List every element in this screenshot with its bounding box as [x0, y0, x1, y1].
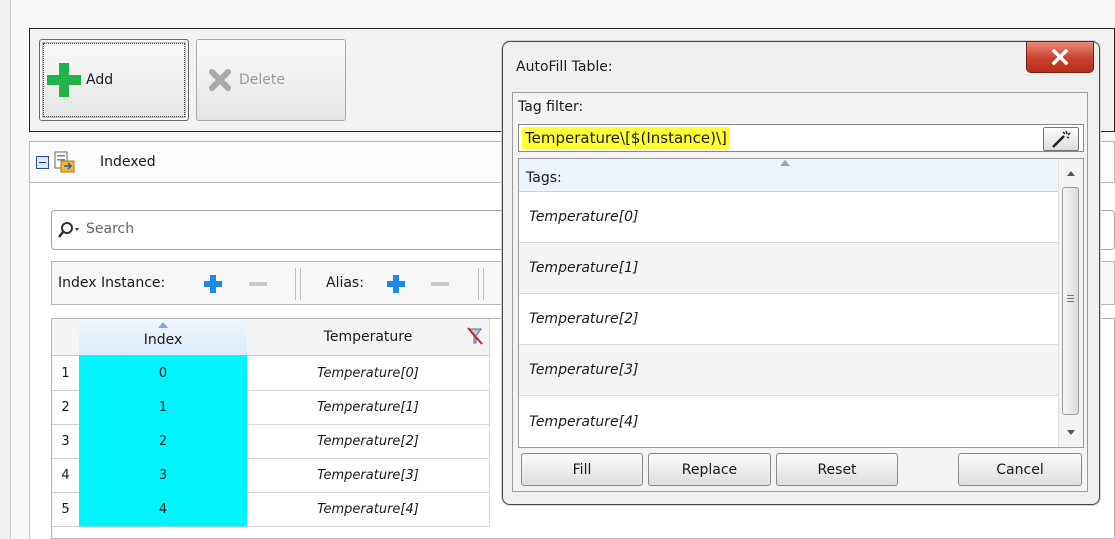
- delete-x-icon: [209, 69, 231, 91]
- tag-item[interactable]: Temperature[2]: [519, 294, 1059, 345]
- index-instance-label: Index Instance:: [58, 275, 166, 291]
- tag-item[interactable]: Temperature[4]: [519, 396, 1059, 447]
- tags-list: Tags: Temperature[0] Temperature[1] Temp…: [518, 158, 1084, 448]
- table-row[interactable]: 1 0 Temperature[0]: [52, 356, 492, 391]
- column-header-temperature[interactable]: Temperature: [247, 319, 490, 356]
- browse-tags-button[interactable]: [1043, 127, 1079, 151]
- cancel-button[interactable]: Cancel: [958, 453, 1082, 486]
- dialog-title: AutoFill Table:: [516, 59, 613, 75]
- row-number: 5: [52, 492, 80, 527]
- table-row[interactable]: 5 4 Temperature[4]: [52, 492, 492, 527]
- row-number: 4: [52, 458, 80, 493]
- index-cell[interactable]: 3: [79, 458, 247, 493]
- delete-button[interactable]: Delete: [196, 39, 346, 121]
- collapse-toggle-icon[interactable]: [36, 156, 49, 169]
- column-header-label: Index: [143, 332, 183, 348]
- tags-header-label: Tags:: [526, 170, 562, 186]
- alias-label: Alias:: [326, 275, 364, 291]
- remove-index-instance-icon[interactable]: [248, 274, 268, 294]
- table-row[interactable]: 3 2 Temperature[2]: [52, 424, 492, 459]
- column-header-index[interactable]: Index: [79, 319, 248, 356]
- temperature-cell[interactable]: Temperature[3]: [247, 458, 490, 493]
- toolbar-divider: [478, 268, 484, 300]
- table-row[interactable]: 4 3 Temperature[3]: [52, 458, 492, 493]
- column-filter-icon[interactable]: [467, 327, 483, 345]
- reset-button[interactable]: Reset: [776, 453, 898, 486]
- tag-item[interactable]: Temperature[3]: [519, 345, 1059, 396]
- add-alias-icon[interactable]: [386, 274, 406, 294]
- toolbar-divider: [295, 268, 301, 300]
- remove-alias-icon[interactable]: [430, 274, 450, 294]
- index-cell[interactable]: 4: [79, 492, 247, 527]
- tags-column-header[interactable]: Tags:: [519, 159, 1059, 192]
- tag-filter-label: Tag filter:: [518, 99, 584, 115]
- close-icon: [1051, 49, 1069, 65]
- delete-button-label: Delete: [239, 72, 285, 88]
- add-button[interactable]: Add: [39, 39, 189, 121]
- sort-ascending-icon: [158, 322, 168, 328]
- sort-ascending-icon: [780, 160, 790, 166]
- indexed-group-icon: [54, 151, 75, 173]
- index-cell[interactable]: 1: [79, 390, 247, 425]
- temperature-cell[interactable]: Temperature[0]: [247, 356, 490, 391]
- row-number: 3: [52, 424, 80, 459]
- row-number-header: [52, 319, 80, 356]
- row-number: 2: [52, 390, 80, 425]
- index-cell[interactable]: 2: [79, 424, 247, 459]
- index-cell[interactable]: 0: [79, 356, 247, 391]
- focus-rect: [43, 43, 185, 117]
- tag-item[interactable]: Temperature[0]: [519, 192, 1059, 243]
- group-label: Indexed: [100, 154, 156, 170]
- fill-button[interactable]: Fill: [521, 453, 643, 486]
- vertical-scrollbar[interactable]: [1058, 159, 1083, 447]
- replace-button[interactable]: Replace: [648, 453, 771, 486]
- close-button[interactable]: [1026, 41, 1094, 73]
- row-number: 1: [52, 356, 80, 391]
- add-index-instance-icon[interactable]: [203, 274, 223, 294]
- magic-wand-icon: [1052, 130, 1071, 148]
- table-row[interactable]: 2 1 Temperature[1]: [52, 390, 492, 425]
- tag-filter-input[interactable]: Temperature\[$(Instance)\]: [518, 124, 1084, 152]
- scrollbar-thumb[interactable]: [1062, 187, 1079, 415]
- column-header-label: Temperature: [323, 329, 413, 345]
- search-placeholder: Search: [86, 221, 135, 237]
- scroll-down-arrow-icon[interactable]: [1059, 423, 1083, 443]
- scroll-up-arrow-icon[interactable]: [1059, 163, 1083, 183]
- temperature-cell[interactable]: Temperature[1]: [247, 390, 490, 425]
- tag-item[interactable]: Temperature[1]: [519, 243, 1059, 294]
- tag-filter-value: Temperature\[$(Instance)\]: [522, 127, 730, 149]
- search-icon: [58, 222, 79, 238]
- temperature-cell[interactable]: Temperature[4]: [247, 492, 490, 527]
- temperature-cell[interactable]: Temperature[2]: [247, 424, 490, 459]
